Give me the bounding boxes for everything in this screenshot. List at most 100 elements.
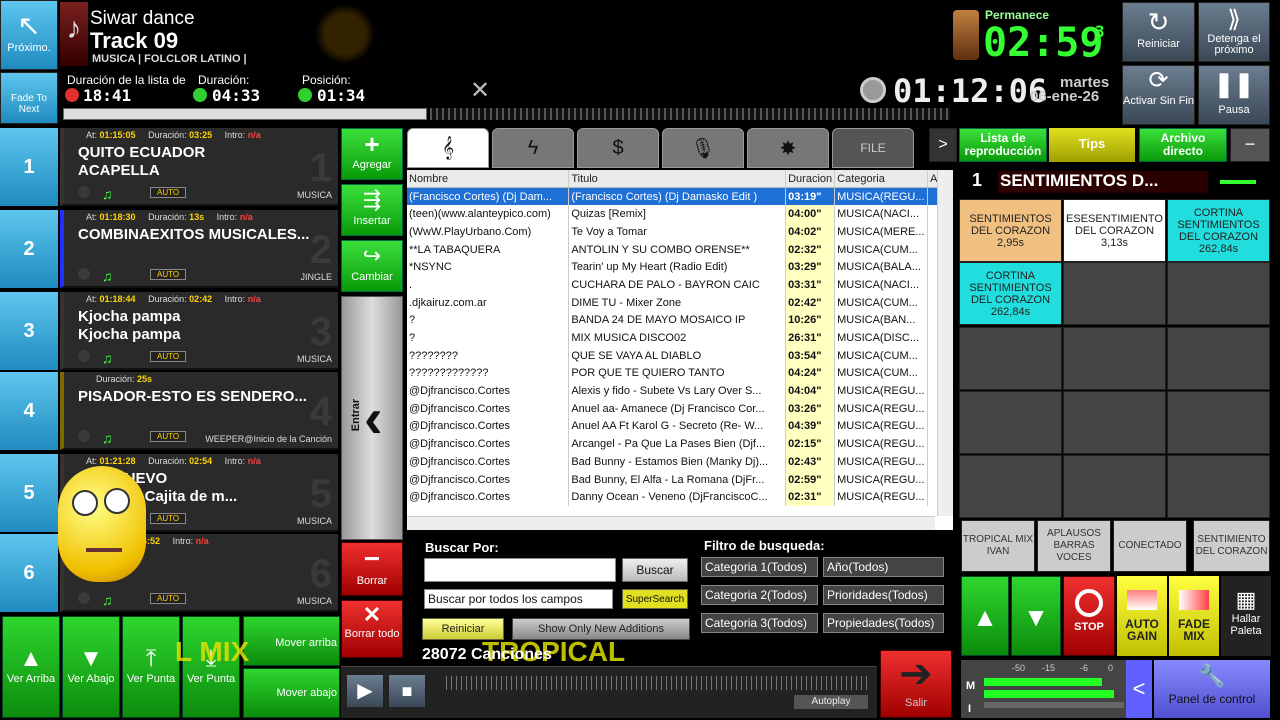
column-header[interactable]: Categoria (834, 170, 929, 189)
table-row[interactable]: .djkairuz.com.ar DIME TU - Mixer Zone 02:4… (407, 293, 953, 312)
table-row[interactable]: @Djfrancisco.Cortes Danny Ocean - Veneno … (407, 488, 953, 507)
column-header[interactable]: Nombre (407, 170, 570, 189)
tips-button[interactable]: Tips (1049, 128, 1135, 162)
status-dot-icon[interactable] (78, 186, 90, 198)
grid-down-button[interactable]: ▼ (1011, 576, 1061, 656)
autoplay-button[interactable]: Autoplay (794, 695, 868, 709)
stop-button[interactable]: STOP (1063, 576, 1115, 656)
table-row[interactable]: *NSYNC Tearin' up My Heart (Radio Edit) 03… (407, 258, 953, 277)
horizontal-scrollbar[interactable] (407, 516, 935, 530)
tab-commercial[interactable]: $ (577, 128, 659, 168)
status-dot-icon[interactable] (78, 350, 90, 362)
status-dot-icon[interactable] (78, 430, 90, 442)
borrar-todo-button[interactable]: ✕ Borrar todo (341, 600, 403, 658)
grid-pad[interactable]: ESESENTIMIENTO DEL CORAZON 3,13s (1063, 199, 1166, 262)
table-row[interactable]: (teen)(www.alanteypico.com) Quizas [Remix… (407, 205, 953, 224)
expand-button[interactable]: > (929, 128, 957, 162)
ver-abajo-button[interactable]: ▼ Ver Abajo (62, 616, 120, 718)
preview-play-button[interactable]: ▶ (346, 674, 384, 708)
categoria-2-select[interactable]: Categoria 2(Todos) (701, 585, 818, 605)
queue-item[interactable]: 4 Duración: 25s PISADOR-ESTO ES SENDERO..… (60, 372, 338, 450)
column-header[interactable]: Duracion (785, 170, 836, 189)
borrar-button[interactable]: − Borrar (341, 542, 403, 596)
queue-item[interactable]: 1 At: 01:15:05 Duración: 03:25 Intro: n/a… (60, 128, 338, 206)
auto-badge[interactable]: AUTO (150, 593, 187, 604)
preview-stop-button[interactable]: ■ (388, 674, 426, 708)
reiniciar-button[interactable]: ↻ Reiniciar (1122, 2, 1195, 62)
fademix-button[interactable]: FADE MIX (1169, 576, 1219, 656)
table-row[interactable]: ? MIX MUSICA DISCO02 26:31" MUSICA(DISC... (407, 329, 953, 347)
fade-to-next-button[interactable]: Fade To Next (0, 72, 58, 124)
grid-pad[interactable] (1167, 455, 1270, 518)
position-progress[interactable] (63, 108, 427, 120)
grid-pad[interactable] (1167, 262, 1270, 325)
queue-slot-number[interactable]: 5 (0, 454, 58, 532)
supersearch-button[interactable]: SuperSearch (622, 589, 688, 609)
panel-control-button[interactable]: 🔧 Panel de control (1154, 660, 1270, 718)
queue-slot-number[interactable]: 6 (0, 534, 58, 612)
archivo-directo-button[interactable]: Archivo directo (1139, 128, 1227, 162)
grid-pad[interactable] (1063, 455, 1166, 518)
table-row[interactable]: . CUCHARA DE PALO - BAYRON CAIC 03:31" MUSI… (407, 276, 953, 294)
queue-item[interactable]: 2 At: 01:18:30 Duración: 13s Intro: n/a CO… (60, 210, 338, 288)
tab-file[interactable]: FILE (832, 128, 914, 168)
table-row[interactable]: @Djfrancisco.Cortes Arcangel - Pa Que La … (407, 435, 953, 453)
table-row[interactable]: @Djfrancisco.Cortes Bad Bunny, El Alfa - … (407, 470, 953, 489)
grid-pad[interactable]: CORTINA SENTIMIENTOS DEL CORAZON 262,84s (1167, 199, 1270, 262)
column-header[interactable]: Titulo (568, 170, 787, 189)
mover-arriba-button[interactable]: Mover arriba (243, 616, 340, 666)
mover-abajo-button[interactable]: Mover abajo (243, 668, 340, 718)
table-row[interactable]: ???????? QUE SE VAYA AL DIABLO 03:54" MUSIC… (407, 346, 953, 365)
table-row[interactable]: **LA TABAQUERA ANTOLIN Y SU COMBO ORENSE*… (407, 240, 953, 259)
tab-effects[interactable]: ✸ (747, 128, 829, 168)
table-row[interactable]: @Djfrancisco.Cortes Anuel AA Ft Karol G -… (407, 417, 953, 436)
table-row[interactable]: (WwW.PlayUrbano.Com) Te Voy a Tomar 04:02"… (407, 223, 953, 241)
queue-slot-number[interactable]: 2 (0, 210, 58, 288)
table-row[interactable]: ????????????? POR QUE TE QUIERO TANTO 04:2… (407, 364, 953, 383)
ver-arriba-button[interactable]: ▲ Ver Arriba (2, 616, 60, 718)
grid-pad[interactable] (1063, 262, 1166, 325)
table-row[interactable]: @Djfrancisco.Cortes Bad Bunny - Estamos B… (407, 453, 953, 471)
auto-badge[interactable]: AUTO (150, 187, 187, 198)
next-button[interactable]: ↖ Próximo. (0, 0, 58, 70)
tab-voice[interactable]: 🎙 (662, 128, 744, 168)
grid-pad[interactable]: SENTIMIENTOS DEL CORAZON 2,95s (959, 199, 1062, 262)
grid-pad[interactable] (1063, 391, 1166, 454)
tab-music[interactable]: 𝄞 (407, 128, 489, 168)
dancer-icon[interactable]: ✕ (470, 76, 490, 105)
salir-button[interactable]: ➔ Salir (880, 650, 952, 718)
table-row[interactable]: @Djfrancisco.Cortes Anuel aa- Amanece (Dj… (407, 399, 953, 418)
prioridades-select[interactable]: Prioridades(Todos) (823, 585, 944, 605)
vertical-scrollbar[interactable] (937, 170, 953, 516)
anio-select[interactable]: Año(Todos) (823, 557, 944, 577)
table-row[interactable]: ? BANDA 24 DE MAYO MOSAICO IP 10:26" MUSICA… (407, 311, 953, 330)
grid-pad[interactable] (1063, 327, 1166, 390)
grid-pad[interactable] (1167, 391, 1270, 454)
categoria-1-select[interactable]: Categoria 1(Todos) (701, 557, 818, 577)
propiedades-select[interactable]: Propiedades(Todos) (823, 613, 944, 633)
auto-badge[interactable]: AUTO (150, 269, 187, 280)
agregar-button[interactable]: + Agregar (341, 128, 403, 180)
queue-slot-number[interactable]: 1 (0, 128, 58, 206)
queue-slot-number[interactable]: 4 (0, 372, 58, 450)
auto-badge[interactable]: AUTO (150, 431, 187, 442)
grid-up-button[interactable]: ▲ (961, 576, 1009, 656)
search-input[interactable] (424, 558, 616, 582)
grid-pad-bottom[interactable]: APLAUSOS BARRAS VOCES (1037, 520, 1111, 572)
grid-pad[interactable]: CORTINA SENTIMIENTOS DEL CORAZON 262,84s (959, 262, 1062, 325)
hallar-paleta-button[interactable]: ▦ Hallar Paleta (1221, 576, 1271, 656)
activar-sin-fin-button[interactable]: ⟳ Activar Sin Fin (1122, 65, 1195, 125)
auto-badge[interactable]: AUTO (150, 513, 187, 524)
status-dot-icon[interactable] (78, 268, 90, 280)
table-row[interactable]: (Francisco Cortes) (Dj Dam... (Francisco … (407, 187, 953, 206)
auto-badge[interactable]: AUTO (150, 351, 187, 362)
entrar-button[interactable]: Entrar ‹ (341, 296, 403, 540)
grid-pad[interactable] (959, 455, 1062, 518)
categoria-3-select[interactable]: Categoria 3(Todos) (701, 613, 818, 633)
grid-pad[interactable] (959, 391, 1062, 454)
table-row[interactable]: @Djfrancisco.Cortes Alexis y fido - Subet… (407, 382, 953, 400)
status-dot-icon[interactable] (78, 592, 90, 604)
queue-item[interactable]: 3 At: 01:18:44 Duración: 02:42 Intro: n/a… (60, 292, 338, 370)
search-fields-select[interactable]: Buscar por todos los campos (424, 589, 613, 609)
grid-pad-bottom[interactable]: TROPICAL MIX IVAN (961, 520, 1035, 572)
